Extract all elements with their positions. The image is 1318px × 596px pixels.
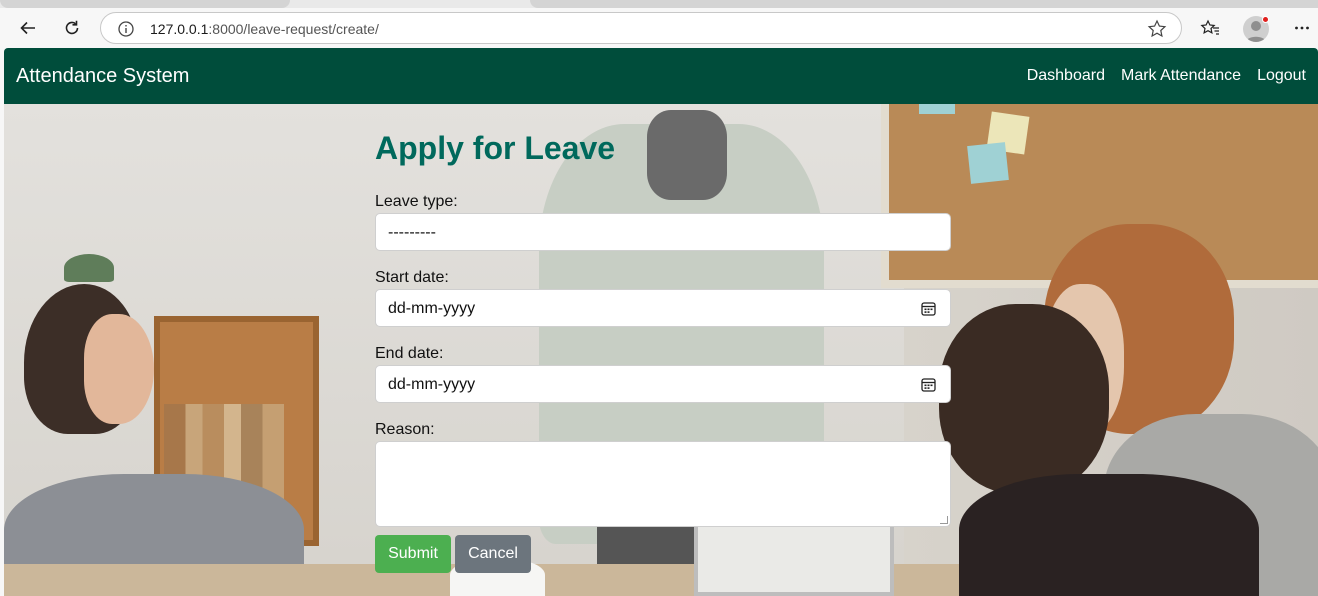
calendar-icon[interactable] [921,377,936,392]
cancel-button[interactable]: Cancel [455,535,531,573]
browser-toolbar: 127.0.0.1:8000/leave-request/create/ [0,8,1318,48]
submit-button[interactable]: Submit [375,535,451,573]
browser-tab[interactable] [0,0,290,8]
resize-handle[interactable] [940,516,948,524]
favorites-icon [1200,19,1219,35]
end-date-input[interactable]: dd-mm-yyyy [375,365,951,403]
leave-type-select[interactable]: --------- [375,213,951,251]
nav-dashboard-link[interactable]: Dashboard [1027,67,1105,85]
calendar-icon[interactable] [921,301,936,316]
star-icon[interactable] [1147,19,1167,39]
end-date-placeholder: dd-mm-yyyy [388,376,476,393]
end-date-label: End date: [375,345,444,362]
form-actions: Submit Cancel [375,535,952,573]
info-icon[interactable] [117,20,135,38]
reason-textarea[interactable] [375,441,951,527]
nav-links: Dashboard Mark Attendance Logout [1027,67,1306,85]
navbar: Attendance System Dashboard Mark Attenda… [4,48,1318,104]
start-date-placeholder: dd-mm-yyyy [388,300,476,317]
address-bar[interactable]: 127.0.0.1:8000/leave-request/create/ [100,12,1182,44]
leave-type-label: Leave type: [375,193,458,210]
browser-tab[interactable] [530,0,1318,8]
back-button[interactable] [12,12,44,44]
leave-request-form: Apply for Leave Leave type: --------- St… [375,126,952,573]
more-icon [1295,26,1309,30]
back-arrow-icon [20,21,35,35]
page-title: Apply for Leave [375,130,616,166]
tab-strip [0,0,1318,8]
leave-type-value: --------- [388,224,436,241]
more-button[interactable] [1286,12,1318,44]
notification-dot [1262,16,1269,23]
favorites-button[interactable] [1194,12,1226,44]
start-date-input[interactable]: dd-mm-yyyy [375,289,951,327]
reload-icon [65,20,79,35]
start-date-label: Start date: [375,269,449,286]
reload-button[interactable] [56,12,88,44]
nav-mark-attendance-link[interactable]: Mark Attendance [1121,67,1241,85]
url-text: 127.0.0.1:8000/leave-request/create/ [150,21,379,37]
reason-label: Reason: [375,421,435,438]
page-viewport: Attendance System Dashboard Mark Attenda… [4,48,1318,596]
nav-logout-link[interactable]: Logout [1257,67,1306,85]
brand[interactable]: Attendance System [16,65,189,88]
